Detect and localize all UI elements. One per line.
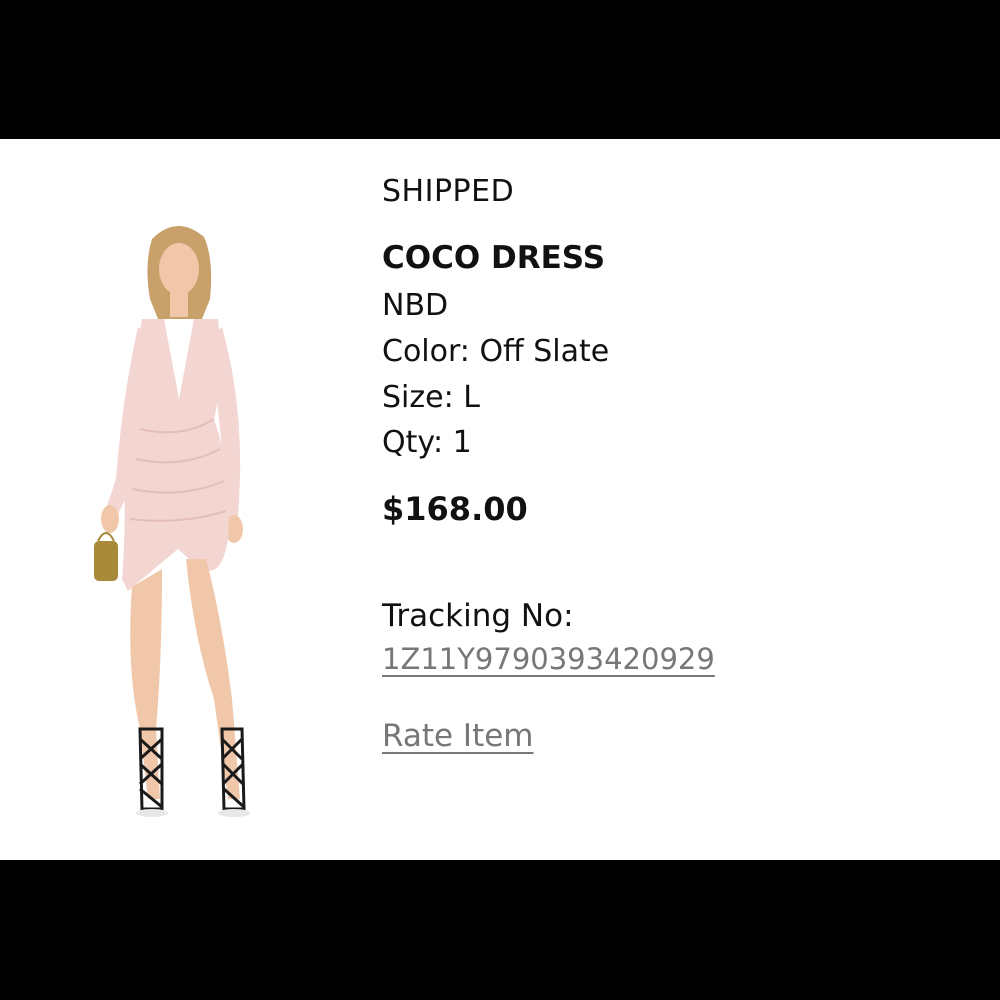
rate-item-link[interactable]: Rate Item: [382, 718, 534, 754]
left-leg-shape: [130, 569, 162, 799]
neck-shape: [170, 289, 188, 317]
product-price: $168.00: [382, 490, 528, 528]
clutch-bag-shape: [94, 541, 118, 581]
top-letterbox-bar: [0, 0, 1000, 139]
dress-shape: [122, 319, 229, 591]
left-hand-shape: [101, 505, 119, 533]
bottom-letterbox-bar: [0, 860, 1000, 1000]
product-color: Color: Off Slate: [382, 334, 610, 369]
right-leg-shape: [186, 559, 240, 799]
tracking-number-link[interactable]: 1Z11Y9790393420929: [382, 642, 715, 676]
product-brand: NBD: [382, 288, 449, 323]
product-quantity: Qty: 1: [382, 425, 472, 460]
product-name[interactable]: COCO DRESS: [382, 240, 605, 276]
face-shape: [159, 243, 199, 295]
tracking-label: Tracking No:: [382, 598, 574, 634]
order-item-screen: SHIPPED COCO DRESS NBD Color: Off Slate …: [0, 0, 1000, 1000]
product-size: Size: L: [382, 380, 480, 415]
product-image[interactable]: [82, 219, 272, 819]
shipment-status: SHIPPED: [382, 174, 515, 209]
order-item-card: SHIPPED COCO DRESS NBD Color: Off Slate …: [0, 139, 1000, 860]
